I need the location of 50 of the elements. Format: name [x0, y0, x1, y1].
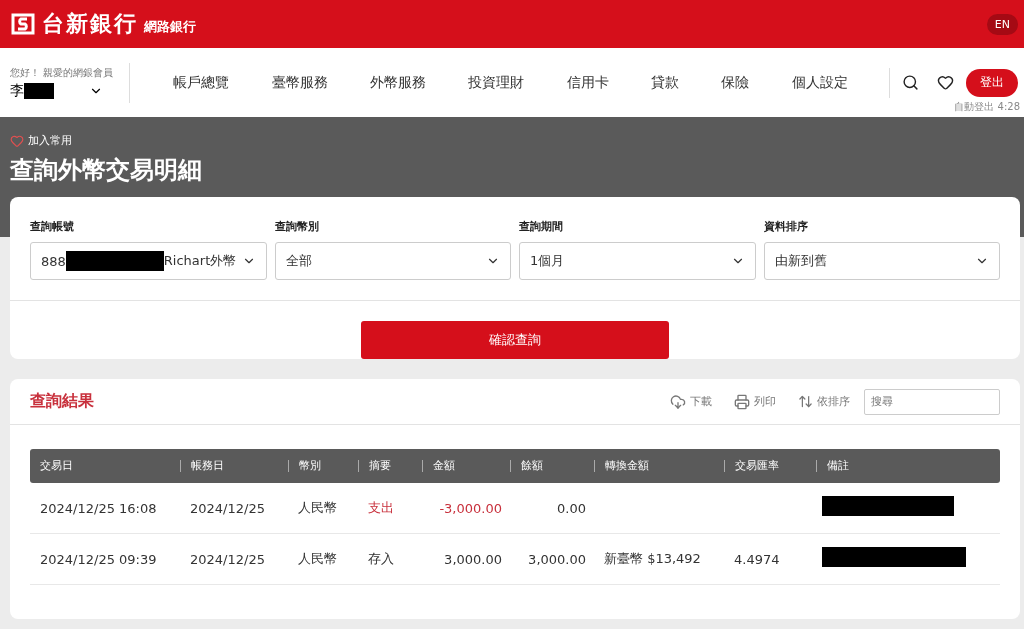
nav-item[interactable]: 個人設定 [791, 73, 848, 92]
field-label: 查詢帳號 [30, 219, 75, 234]
toolbar-action[interactable]: 依排序 [792, 393, 856, 410]
page-title: 查詢外幣交易明細 [10, 155, 203, 186]
nav-item[interactable]: 帳戶總覽 [173, 73, 230, 92]
sort-icon [798, 394, 813, 409]
field-label: 資料排序 [763, 219, 809, 234]
bank-logo-icon [10, 12, 36, 36]
auto-logout-timer: 自動登出 4:28 [954, 100, 1020, 114]
select-field[interactable]: 1個月 [519, 242, 756, 280]
greeting-text: 您好！ 親愛的網銀會員 [10, 65, 115, 80]
user-name: 李 [10, 81, 24, 100]
nav-item[interactable]: 貸款 [651, 73, 680, 92]
table-header: 交易日 帳務日 幣別 摘要 金額 餘額 轉換金額 交易匯率 備註 [30, 449, 1000, 483]
toolbar-action[interactable]: 下載 [664, 392, 718, 411]
toolbar-action[interactable]: 列印 [728, 392, 782, 411]
submit-button[interactable]: 確認查詢 [361, 321, 669, 359]
nav-item[interactable]: 臺幣服務 [271, 73, 328, 92]
table-cell-text: 存入 [367, 550, 395, 568]
table-cell-text: 新臺幣 $13,492 [603, 550, 702, 568]
cloud-download-icon [670, 393, 686, 410]
logout-button[interactable]: 登出 [966, 68, 1018, 97]
bank-name: 台新銀行 [42, 10, 138, 38]
select-field[interactable]: 888 Richart外幣 [30, 242, 267, 280]
select-field[interactable]: 由新到舊 [763, 242, 1000, 280]
field-label: 查詢期間 [519, 219, 564, 234]
add-favorite-link[interactable]: 加入常用 [28, 133, 72, 148]
printer-icon [734, 393, 750, 410]
field-label: 查詢幣別 [274, 219, 320, 234]
service-name: 網路銀行 [144, 18, 196, 36]
table-cell-text: 4.4974 [733, 551, 781, 567]
table-cell-text: 2024/12/25 [189, 551, 266, 567]
table-cell-text: 2024/12/25 [189, 500, 266, 516]
nav-item[interactable]: 外幣服務 [369, 73, 426, 92]
table-cell-text: 支出 [367, 499, 395, 517]
search-field[interactable]: 搜尋 [864, 388, 1000, 415]
table-cell-text: 人民幣 [297, 499, 338, 517]
table-cell-text: 2024/12/25 09:39 [39, 551, 158, 567]
nav-item[interactable]: 信用卡 [566, 73, 609, 92]
results-title: 查詢結果 [30, 391, 95, 412]
select-field[interactable]: 全部 [274, 242, 511, 280]
table-cell-text: -3,000.00 [438, 500, 503, 516]
nav-item[interactable]: 投資理財 [468, 73, 525, 92]
table-cell-text: 人民幣 [297, 550, 338, 568]
table-cell-text: 0.00 [556, 500, 587, 516]
nav-item[interactable]: 保險 [721, 73, 750, 92]
table-cell-text: 3,000.00 [443, 551, 503, 567]
table-cell-text: 3,000.00 [527, 551, 587, 567]
language-button[interactable]: EN [986, 13, 1018, 35]
table-cell-text: 2024/12/25 16:08 [39, 500, 158, 516]
